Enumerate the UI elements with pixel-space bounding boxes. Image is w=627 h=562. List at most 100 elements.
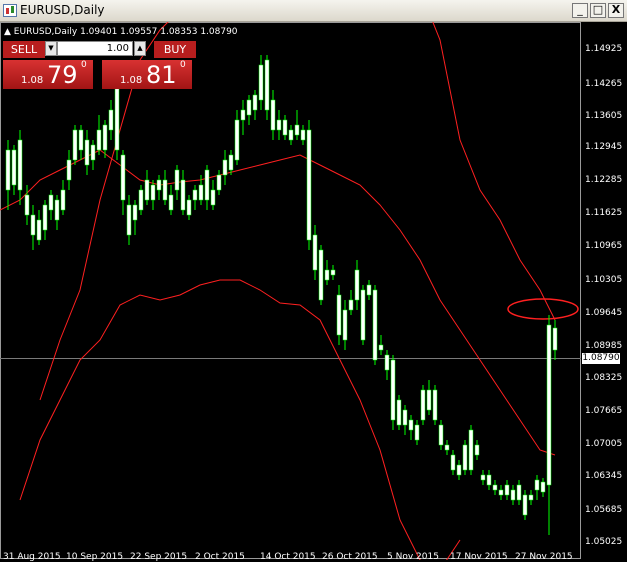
candle [456,460,462,480]
candle [11,145,17,195]
price-axis-label: 1.07005 [585,439,623,449]
candle [420,385,426,425]
candle [408,415,414,440]
candle [84,130,90,175]
price-axis-label: 1.08985 [585,341,623,351]
time-axis-label: 26 Oct 2015 [322,552,378,562]
candle [390,355,396,430]
candle [342,300,348,350]
time-axis-label: 2 Oct 2015 [195,552,245,562]
candle [378,335,384,355]
buy-quote[interactable]: 1.08 81 0 [102,60,192,89]
candle [48,190,54,220]
minimize-button[interactable]: _ [572,3,588,18]
current-price-label: 1.08790 [582,353,620,364]
candle [90,140,96,170]
candle [66,150,72,190]
candle [30,205,36,250]
time-axis-label: 14 Oct 2015 [260,552,316,562]
time-axis-label: 22 Sep 2015 [130,552,188,562]
lot-increase-arrow-icon[interactable]: ▲ [134,41,146,56]
candle [324,260,330,285]
collapse-triangle-icon[interactable]: ▲ [4,27,14,37]
candle [204,165,210,210]
window-title: EURUSD,Daily [20,3,105,17]
candle [222,150,228,185]
candle [144,170,150,205]
candle [546,315,552,535]
maximize-button[interactable]: □ [590,3,606,18]
lot-size-input[interactable]: 1.00 [57,41,133,56]
candle [360,285,366,345]
candle [330,265,336,280]
candle [252,90,258,120]
price-chart[interactable]: ▲ EURUSD,Daily 1.09401 1.09557 1.08353 1… [0,22,627,560]
candle [444,440,450,455]
candle [486,470,492,490]
candle [186,195,192,220]
candle [240,100,246,135]
price-axis-label: 1.07665 [585,406,623,416]
candle [396,395,402,430]
candle [96,115,102,155]
lot-decrease-arrow-icon[interactable]: ▼ [45,41,57,56]
price-axis-label: 1.12945 [585,142,623,152]
time-axis-label: 5 Nov 2015 [387,552,439,562]
candle [384,350,390,380]
candle [54,195,60,230]
candle [354,260,360,310]
window-titlebar[interactable]: EURUSD,Daily _ □ X [0,0,627,22]
price-axis-label: 1.10965 [585,241,623,251]
candle [180,170,186,215]
price-axis-label: 1.05025 [585,537,623,547]
price-axis[interactable]: 1.14925 1.14265 1.13605 1.12945 1.12285 1.116… [581,22,627,560]
candle [162,170,168,205]
price-axis-label: 1.05685 [585,505,623,515]
candle [348,290,354,315]
candle [414,420,420,445]
candle [498,485,504,500]
candle [108,100,114,140]
candle [510,485,516,505]
candle [534,475,540,500]
sell-button[interactable]: SELL [3,41,45,58]
price-axis-label: 1.11625 [585,208,623,218]
bollinger-middle-band [0,149,556,456]
candle [120,150,126,215]
candle [438,420,444,450]
candle [288,125,294,145]
candle [468,425,474,475]
candle [150,180,156,210]
chart-canvas[interactable] [0,22,627,560]
time-axis-label: 31 Aug 2015 [3,552,61,562]
candle [432,385,438,425]
candle [258,55,264,110]
candle [318,245,324,305]
price-axis-label: 1.06345 [585,471,623,481]
candle [402,405,408,435]
candle [264,55,270,120]
candle [450,450,456,475]
candle [138,185,144,215]
candle [480,470,486,485]
buy-button[interactable]: BUY [154,41,196,58]
close-button[interactable]: X [608,3,624,18]
sell-quote[interactable]: 1.08 79 0 [3,60,93,89]
candle [522,490,528,520]
price-axis-label: 1.08325 [585,373,623,383]
price-axis-label: 1.13605 [585,111,623,121]
candle [36,210,42,245]
candle [216,170,222,195]
candle [306,120,312,250]
candle [72,125,78,165]
candle [42,200,48,240]
candle [492,480,498,495]
candle [234,110,240,165]
candle [276,110,282,140]
symbol-info: ▲ EURUSD,Daily 1.09401 1.09557 1.08353 1… [4,27,238,37]
price-axis-label: 1.14925 [585,44,623,54]
chart-window-icon [3,4,17,17]
symbol-label: EURUSD,Daily [13,27,78,37]
price-axis-label: 1.10305 [585,275,623,285]
candle [168,185,174,215]
